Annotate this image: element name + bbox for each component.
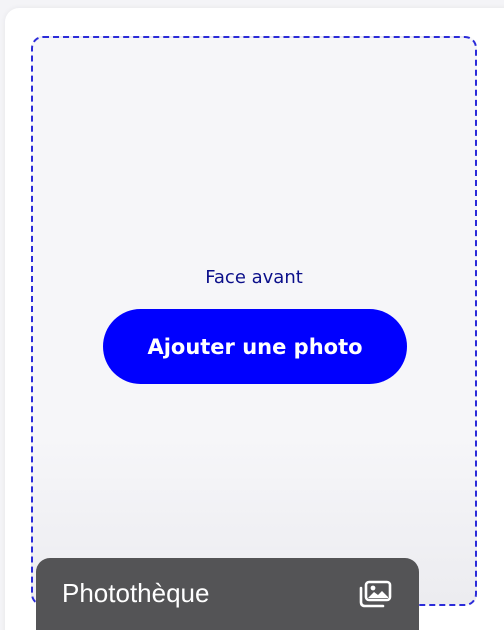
context-menu: Photothèque	[36, 558, 419, 630]
photo-dropzone[interactable]: Face avant Ajouter une photo	[31, 36, 477, 606]
menu-item-photo-library[interactable]: Photothèque	[36, 558, 419, 630]
screen: Face avant Ajouter une photo Photothèque	[0, 0, 504, 630]
photo-library-icon	[358, 580, 392, 608]
menu-item-label: Photothèque	[62, 578, 210, 608]
add-photo-button[interactable]: Ajouter une photo	[103, 309, 407, 384]
face-label: Face avant	[205, 267, 303, 288]
